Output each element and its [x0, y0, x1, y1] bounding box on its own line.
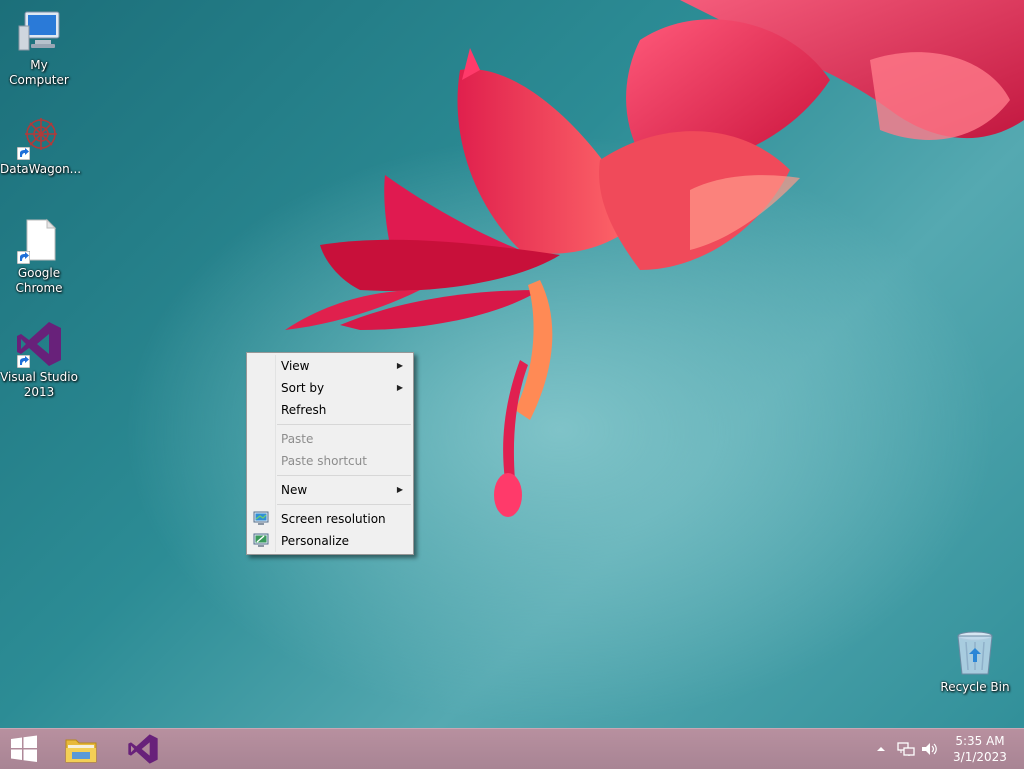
desktop-icon-label: Recycle Bin [940, 680, 1010, 694]
menu-item-label: Screen resolution [281, 512, 386, 526]
menu-item-label: Sort by [281, 381, 325, 395]
desktop-icon-label-line1: Visual Studio [0, 370, 78, 384]
desktop-icon-label-line2: Chrome [15, 281, 63, 295]
menu-item-sort-by[interactable]: Sort by ▶ [247, 377, 413, 399]
shortcut-arrow-icon [17, 147, 30, 160]
menu-separator [247, 501, 413, 508]
shortcut-arrow-icon [17, 251, 30, 264]
menu-item-label: View [281, 359, 310, 373]
menu-item-label: Paste shortcut [281, 454, 367, 468]
folder-icon [65, 739, 97, 763]
desktop-icon-my-computer[interactable]: My Computer [0, 8, 78, 88]
show-hidden-icons-chevron-icon[interactable] [876, 741, 886, 757]
shortcut-arrow-icon [17, 355, 30, 368]
menu-item-label: Refresh [281, 403, 327, 417]
menu-item-label: Paste [281, 432, 314, 446]
submenu-arrow-icon: ▶ [396, 485, 403, 494]
volume-icon[interactable] [921, 741, 939, 757]
clock-date: 3/1/2023 [953, 750, 1007, 764]
taskbar-file-explorer-button[interactable] [56, 729, 106, 769]
desktop-icon-datawagon[interactable]: DataWagon... [0, 112, 82, 177]
desktop-context-menu: View ▶ Sort by ▶ Refresh Paste Paste sho… [246, 352, 414, 555]
menu-item-paste[interactable]: Paste [247, 428, 413, 450]
menu-item-paste-shortcut[interactable]: Paste shortcut [247, 450, 413, 472]
desktop-icon-label-line2: 2013 [23, 385, 55, 399]
menu-item-refresh[interactable]: Refresh [247, 399, 413, 421]
menu-item-personalize[interactable]: Personalize [247, 530, 413, 552]
network-icon[interactable] [897, 741, 915, 757]
taskbar-visual-studio-button[interactable] [118, 729, 168, 769]
monitor-icon [253, 511, 269, 525]
system-clock[interactable]: 5:35 AM 3/1/2023 [946, 733, 1014, 765]
menu-item-view[interactable]: View ▶ [247, 355, 413, 377]
desktop-icon-label-line1: Google [17, 266, 61, 280]
desktop-icon-label: DataWagon... [0, 162, 82, 176]
desktop-icon-google-chrome[interactable]: Google Chrome [0, 216, 78, 296]
menu-item-label: New [281, 483, 308, 497]
desktop-icon-label: My Computer [9, 58, 69, 87]
submenu-arrow-icon: ▶ [396, 383, 403, 392]
visual-studio-icon [128, 734, 158, 764]
desktop-icon-recycle-bin[interactable]: Recycle Bin [936, 630, 1014, 695]
menu-item-new[interactable]: New ▶ [247, 479, 413, 501]
recycle-bin-icon [957, 631, 993, 675]
personalize-icon [253, 533, 269, 547]
start-button[interactable] [0, 729, 48, 769]
taskbar: 5:35 AM 3/1/2023 [0, 728, 1024, 769]
menu-separator [247, 472, 413, 479]
wallpaper-flower [285, 0, 1024, 517]
menu-item-screen-resolution[interactable]: Screen resolution [247, 508, 413, 530]
computer-icon [18, 11, 60, 51]
menu-item-label: Personalize [281, 534, 350, 548]
menu-separator [247, 421, 413, 428]
clock-time: 5:35 AM [955, 734, 1005, 748]
submenu-arrow-icon: ▶ [396, 361, 403, 370]
windows-logo-icon [11, 735, 37, 762]
desktop-icon-visual-studio[interactable]: Visual Studio 2013 [0, 320, 78, 400]
